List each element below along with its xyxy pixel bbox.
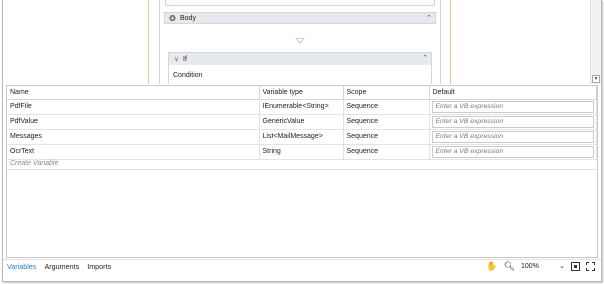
default-value-input[interactable]: Enter a VB expression (431, 145, 594, 158)
variable-scope-cell[interactable]: Sequence (343, 144, 430, 160)
workflow-designer-window: ❂ Body ⌃ ⑂ If ⌃ Condition ▼ Name Variabl… (2, 0, 602, 282)
designer-tools: ✋ 🔍︎ 100% ⌄ (486, 261, 595, 271)
table-row[interactable]: Messages List<MailMessage> Sequence Ente… (7, 129, 597, 145)
column-header-default[interactable]: Default (429, 86, 597, 100)
variable-scope-cell[interactable]: Sequence (343, 129, 430, 145)
if-activity-header[interactable]: ⑂ If ⌃ (169, 53, 431, 65)
variables-table: Name Variable type Scope Default PdfFile… (7, 86, 597, 160)
fit-to-screen-icon[interactable] (571, 261, 580, 271)
table-row[interactable]: PdfFile IEnumerable<String> Sequence Ent… (7, 99, 597, 115)
zoom-value: 100% (521, 262, 539, 270)
status-bar: Variables Arguments Imports ✋ 🔍︎ 100% ⌄ (3, 259, 601, 272)
outer-boundary-right (450, 0, 451, 84)
magnifier-icon[interactable]: 🔍︎ (504, 261, 515, 271)
variable-name-cell[interactable]: PdfFile (7, 99, 260, 115)
designer-canvas[interactable]: ❂ Body ⌃ ⑂ If ⌃ Condition ▼ (3, 0, 601, 84)
column-header-variable-type[interactable]: Variable type (259, 86, 344, 100)
variable-type-cell[interactable]: GenericValue (259, 114, 344, 130)
collapse-icon[interactable]: ⌃ (426, 14, 432, 22)
variable-name-cell[interactable]: OcrText (7, 144, 260, 160)
variable-name-cell[interactable]: Messages (7, 129, 260, 145)
variable-type-cell[interactable]: IEnumerable<String> (259, 99, 344, 115)
sequence-icon: ❂ (169, 13, 176, 23)
column-header-name[interactable]: Name (7, 86, 260, 100)
table-row[interactable]: OcrText String Sequence Enter a VB expre… (7, 144, 597, 160)
table-header-row: Name Variable type Scope Default (7, 86, 597, 100)
variables-panel: Name Variable type Scope Default PdfFile… (6, 85, 598, 258)
full-screen-icon[interactable] (586, 261, 595, 271)
condition-label: Condition (173, 72, 203, 79)
variable-type-cell[interactable]: List<MailMessage> (259, 129, 344, 145)
drop-arrow-icon[interactable] (295, 38, 305, 44)
variable-type-cell[interactable]: String (259, 144, 344, 160)
default-value-input[interactable]: Enter a VB expression (431, 100, 594, 113)
table-row[interactable]: PdfValue GenericValue Sequence Enter a V… (7, 114, 597, 130)
if-label: If (183, 55, 187, 63)
default-value-input[interactable]: Enter a VB expression (431, 115, 594, 128)
column-header-scope[interactable]: Scope (343, 86, 430, 100)
chevron-down-icon: ⌄ (559, 263, 565, 270)
hand-tool-icon[interactable]: ✋ (486, 261, 497, 271)
body-label: Body (180, 14, 196, 22)
variable-scope-cell[interactable]: Sequence (343, 99, 430, 115)
body-activity-header[interactable]: ❂ Body ⌃ (164, 12, 436, 24)
tab-arguments[interactable]: Arguments (40, 262, 83, 271)
tab-variables[interactable]: Variables (3, 262, 40, 271)
outer-boundary-left (148, 0, 149, 84)
sequence-frame: ❂ Body ⌃ ⑂ If ⌃ Condition (159, 0, 441, 84)
default-value-input[interactable]: Enter a VB expression (431, 130, 594, 143)
variable-scope-cell[interactable]: Sequence (343, 114, 430, 130)
collapse-icon[interactable]: ⌃ (422, 54, 428, 62)
sequence-top-stub (165, 0, 435, 6)
scroll-down-icon[interactable]: ▼ (592, 75, 600, 83)
tab-imports[interactable]: Imports (83, 262, 115, 271)
designer-vertical-scrollbar[interactable]: ▼ (590, 0, 601, 84)
if-activity[interactable]: ⑂ If ⌃ Condition (168, 52, 432, 84)
create-variable-row[interactable]: Create Variable (7, 160, 597, 170)
zoom-select[interactable]: 100% ⌄ (521, 262, 565, 271)
variable-name-cell[interactable]: PdfValue (7, 114, 260, 130)
if-icon: ⑂ (174, 54, 179, 64)
